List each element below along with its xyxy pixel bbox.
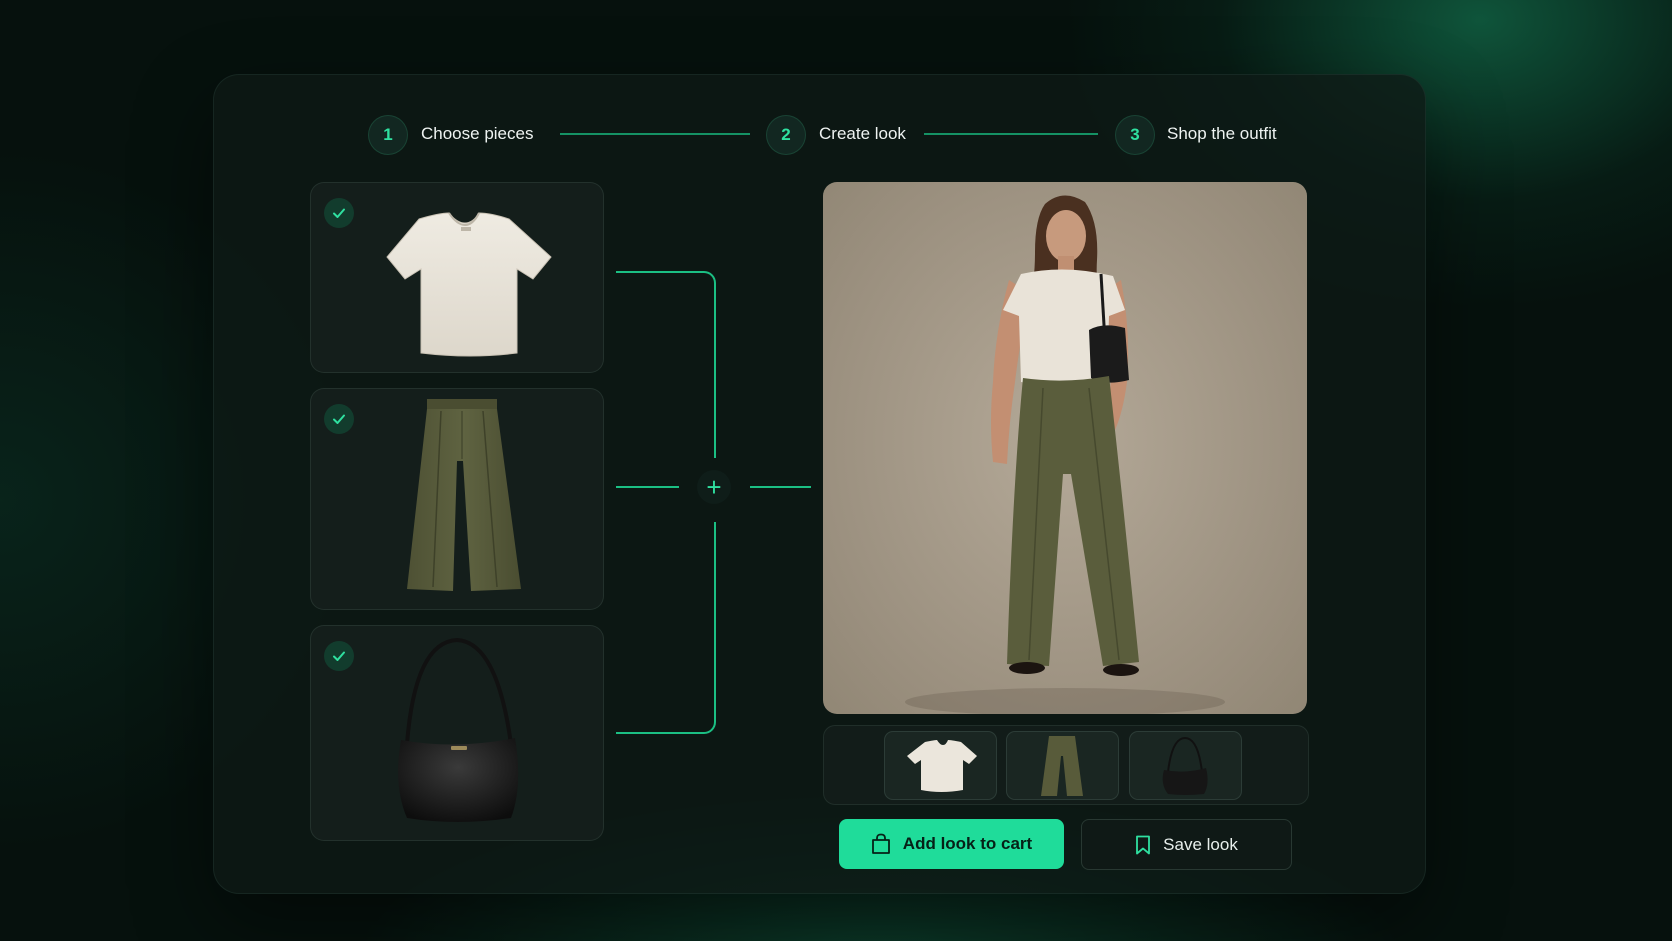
step-1-number: 1 bbox=[368, 115, 408, 155]
trousers-image bbox=[407, 399, 521, 591]
piece-card-trousers[interactable] bbox=[310, 388, 604, 610]
connector-middle-left bbox=[616, 486, 679, 488]
step-2-label: Create look bbox=[819, 124, 906, 143]
step-3-number: 3 bbox=[1115, 115, 1155, 155]
thumbnail-tshirt[interactable] bbox=[884, 731, 997, 800]
thumbnail-trousers[interactable] bbox=[1006, 731, 1119, 800]
connector-middle-right bbox=[750, 486, 811, 488]
connector-top bbox=[616, 271, 716, 458]
look-thumbnail-strip bbox=[823, 725, 1309, 805]
save-look-button[interactable]: Save look bbox=[1081, 819, 1292, 870]
step-1-label: Choose pieces bbox=[421, 124, 534, 143]
bookmark-icon bbox=[1136, 835, 1151, 854]
step-3-label: Shop the outfit bbox=[1167, 124, 1277, 143]
step-connector-line bbox=[560, 133, 750, 135]
step-2-number: 2 bbox=[766, 115, 806, 155]
check-icon bbox=[333, 651, 345, 661]
save-look-label: Save look bbox=[1163, 834, 1238, 854]
trousers-thumbnail-image bbox=[1041, 736, 1083, 796]
add-look-to-cart-button[interactable]: Add look to cart bbox=[839, 819, 1064, 869]
shopping-bag-icon bbox=[871, 833, 890, 854]
bag-thumbnail-image bbox=[1162, 736, 1208, 795]
step-connector-line bbox=[924, 133, 1098, 135]
thumbnail-bag[interactable] bbox=[1129, 731, 1242, 800]
plus-icon: + bbox=[697, 470, 731, 504]
check-icon bbox=[333, 414, 345, 424]
selected-check-badge[interactable] bbox=[324, 641, 354, 671]
add-look-to-cart-label: Add look to cart bbox=[902, 834, 1033, 853]
piece-card-tshirt[interactable] bbox=[310, 182, 604, 373]
check-icon bbox=[333, 208, 345, 218]
tshirt-image bbox=[386, 212, 552, 357]
shoulder-bag-image bbox=[398, 637, 519, 822]
look-preview-image bbox=[823, 182, 1307, 714]
selected-check-badge[interactable] bbox=[324, 404, 354, 434]
model-illustration bbox=[905, 195, 1225, 714]
tshirt-thumbnail-image bbox=[907, 740, 977, 792]
piece-card-bag[interactable] bbox=[310, 625, 604, 841]
connector-bottom bbox=[616, 522, 716, 734]
selected-check-badge[interactable] bbox=[324, 198, 354, 228]
